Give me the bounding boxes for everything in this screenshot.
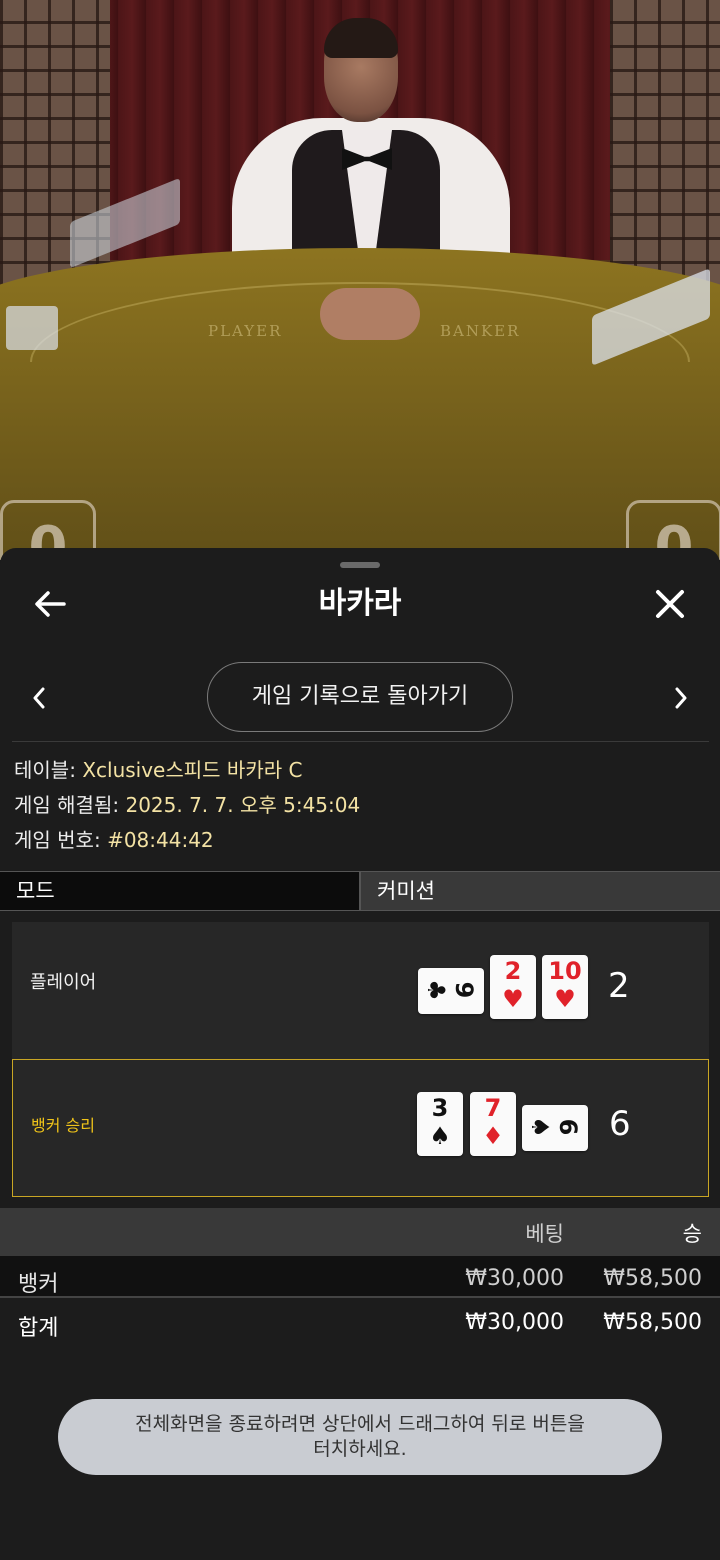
divider (12, 741, 709, 742)
card-rank: 2 (504, 957, 522, 985)
player-hand-row: 플레이어 ♣ 9 2 ♥ 10 ♥ 2 (12, 922, 709, 1059)
banker-win-label: 뱅커 승리 (31, 1116, 95, 1135)
total-row: 합계 ₩30,000 ₩58,500 (0, 1300, 720, 1344)
table-label: 테이블: (14, 758, 76, 782)
table-row: 뱅커 ₩30,000 ₩58,500 (0, 1256, 720, 1298)
playing-card: 3 ♠ (417, 1092, 463, 1156)
card-rank: 9 (450, 981, 478, 999)
banker-hand-row: 뱅커 승리 3 ♠ 7 ♦ ♠ 6 6 (12, 1059, 709, 1197)
player-score: 2 (608, 966, 630, 1006)
resolved-label: 게임 해결됨: (14, 793, 120, 817)
playing-card: ♠ 6 (522, 1105, 588, 1151)
felt-label-banker: BANKER (440, 322, 521, 340)
bet-amount: ₩30,000 (465, 1266, 564, 1291)
heart-icon: ♥ (554, 985, 576, 1013)
chevron-right-icon (675, 687, 687, 709)
close-icon (656, 590, 684, 618)
bet-type: 뱅커 (18, 1272, 59, 1297)
table-info: 테이블: Xclusive스피드 바카라 C (14, 756, 302, 784)
club-icon: ♣ (422, 979, 450, 1001)
live-video-feed: PLAYER BANKER 0 0 (0, 0, 720, 560)
total-win: ₩58,500 (603, 1310, 702, 1335)
playing-card: ♣ 9 (418, 968, 484, 1014)
game-number-value: #08:44:42 (107, 828, 214, 852)
card-rank: 10 (548, 957, 582, 985)
column-bet: 베팅 (525, 1222, 564, 1246)
win-amount: ₩58,500 (603, 1266, 702, 1291)
resolved-value: 2025. 7. 7. 오후 5:45:04 (125, 793, 361, 817)
mode-tabs: 모드 커미션 (0, 871, 720, 911)
card-rank: 6 (554, 1118, 582, 1136)
total-label: 합계 (18, 1316, 59, 1341)
next-game-button[interactable] (666, 680, 696, 716)
tab-commission[interactable]: 커미션 (361, 872, 720, 910)
tab-mode[interactable]: 모드 (0, 872, 361, 910)
chevron-left-icon (33, 687, 45, 709)
column-win: 승 (682, 1222, 702, 1246)
game-number-label: 게임 번호: (14, 828, 101, 852)
game-number-info: 게임 번호: #08:44:42 (14, 826, 214, 854)
player-label: 플레이어 (30, 972, 97, 993)
lattice-screen-right (610, 0, 720, 300)
card-rank: 3 (431, 1094, 449, 1122)
banker-score: 6 (609, 1104, 631, 1144)
sheet-title: 바카라 (318, 586, 402, 621)
heart-icon: ♥ (502, 985, 524, 1013)
bets-table-header: 베팅 승 (0, 1208, 720, 1256)
close-button[interactable] (648, 584, 692, 624)
game-history-sheet: 바카라 게임 기록으로 돌아가기 테이블: Xclusive스피드 바카라 C … (0, 548, 720, 1560)
spade-icon: ♠ (429, 1122, 451, 1150)
felt-label-player: PLAYER (208, 322, 283, 340)
dealer-hands (320, 288, 420, 340)
toast-line-1: 전체화면을 종료하려면 상단에서 드래그하여 뒤로 버튼을 (135, 1413, 585, 1435)
back-to-history-button[interactable]: 게임 기록으로 돌아가기 (207, 662, 513, 732)
playing-card: 10 ♥ (542, 955, 588, 1019)
discard-tray (6, 306, 58, 350)
resolved-info: 게임 해결됨: 2025. 7. 7. 오후 5:45:04 (14, 791, 360, 819)
diamond-icon: ♦ (482, 1122, 504, 1150)
spade-icon: ♠ (526, 1116, 554, 1138)
table-value: Xclusive스피드 바카라 C (82, 758, 303, 782)
toast-line-2: 터치하세요. (313, 1438, 407, 1460)
card-rank: 7 (484, 1094, 502, 1122)
playing-card: 2 ♥ (490, 955, 536, 1019)
drag-handle[interactable] (340, 562, 380, 568)
playing-card: 7 ♦ (470, 1092, 516, 1156)
fullscreen-hint-toast: 전체화면을 종료하려면 상단에서 드래그하여 뒤로 버튼을 터치하세요. (58, 1399, 662, 1475)
previous-game-button[interactable] (24, 680, 54, 716)
total-bet: ₩30,000 (465, 1310, 564, 1335)
